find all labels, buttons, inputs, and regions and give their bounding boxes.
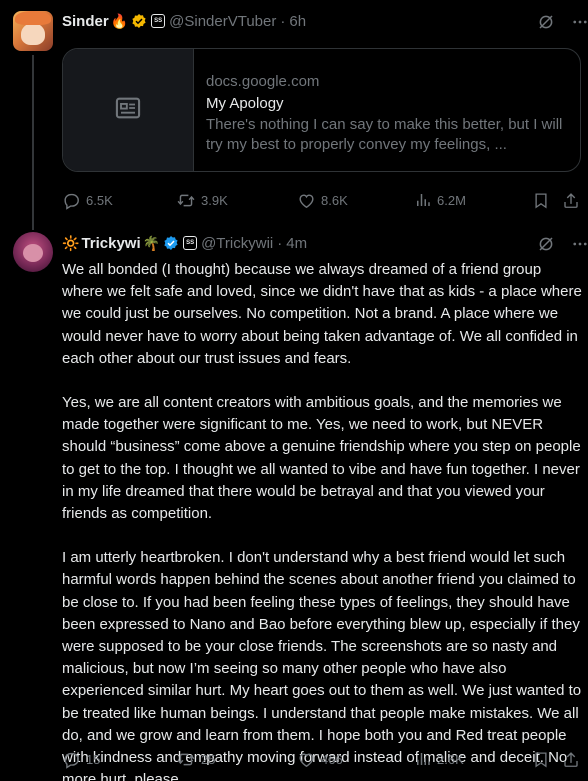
repost-count: 25 <box>201 751 216 767</box>
name-prefix-emoji: 🔆 <box>62 234 80 251</box>
bookmark-icon <box>535 751 547 768</box>
thread-connector-line <box>32 55 34 230</box>
tweet-action-bar: 15 25 466 2.6K <box>62 748 582 770</box>
tweet-header: Sinder 🔥 SS @SinderVTuber · 6h <box>62 11 306 31</box>
like-count: 8.6K <box>321 192 348 208</box>
share-button[interactable] <box>562 748 580 770</box>
tweet-top-actions <box>537 13 588 31</box>
reply-icon <box>64 193 79 210</box>
author-name[interactable]: Trickywi <box>81 235 140 252</box>
tweet-body: We all bonded (I thought) because we alw… <box>62 259 582 781</box>
tweet-time[interactable]: 6h <box>289 13 306 30</box>
repost-button[interactable]: 25 <box>176 748 215 770</box>
more-options-icon[interactable] <box>571 13 588 31</box>
verified-blue-icon <box>163 235 179 251</box>
tweet-paragraph: I am utterly heartbroken. I don't unders… <box>62 549 582 781</box>
tweet-paragraph: We all bonded (I thought) because we alw… <box>62 261 582 367</box>
repost-icon <box>177 194 195 206</box>
like-count: 466 <box>321 751 343 767</box>
heart-icon <box>299 752 314 767</box>
card-thumbnail <box>63 49 194 171</box>
views-chart-icon <box>417 753 430 765</box>
avatar-trickywi[interactable] <box>13 232 53 272</box>
grok-icon[interactable] <box>537 235 555 253</box>
views-chart-icon <box>417 194 430 206</box>
reply-count: 15 <box>86 751 101 767</box>
views-button[interactable]: 6.2M <box>414 189 466 211</box>
reply-count: 6.5K <box>86 192 113 208</box>
tweet-time[interactable]: 4m <box>286 235 307 252</box>
reply-icon <box>64 752 79 769</box>
repost-count: 3.9K <box>201 192 228 208</box>
like-button[interactable]: 466 <box>297 748 343 770</box>
time-separator: · <box>280 12 286 30</box>
bookmark-button[interactable] <box>532 189 550 211</box>
views-count: 2.6K <box>437 751 464 767</box>
views-button[interactable]: 2.6K <box>414 748 464 770</box>
avatar-sinder[interactable] <box>13 11 53 51</box>
bookmark-button[interactable] <box>532 748 550 770</box>
card-title: My Apology <box>206 95 284 112</box>
affiliate-badge-icon[interactable]: SS <box>183 236 198 250</box>
document-icon <box>114 94 142 127</box>
verified-gold-icon <box>131 13 147 29</box>
affiliate-badge-icon[interactable]: SS <box>151 14 166 28</box>
like-button[interactable]: 8.6K <box>297 189 348 211</box>
repost-icon <box>177 753 195 765</box>
views-count: 6.2M <box>437 192 466 208</box>
tweet-action-bar: 6.5K 3.9K 8.6K 6.2M <box>62 189 582 211</box>
repost-button[interactable]: 3.9K <box>176 189 228 211</box>
link-preview-card[interactable]: docs.google.com My Apology There's nothi… <box>62 48 581 172</box>
card-domain: docs.google.com <box>206 73 320 90</box>
more-options-icon[interactable] <box>571 235 588 253</box>
heart-icon <box>299 193 314 208</box>
author-handle[interactable]: @Trickywii <box>201 235 273 252</box>
grok-icon[interactable] <box>537 13 555 31</box>
share-icon <box>564 192 578 208</box>
reply-button[interactable]: 6.5K <box>62 189 113 211</box>
tweet-paragraph: Yes, we are all content creators with am… <box>62 394 581 523</box>
bookmark-icon <box>535 192 547 209</box>
share-icon <box>564 751 578 767</box>
name-emoji: 🔥 <box>110 12 129 29</box>
tweet-top-actions <box>537 235 588 253</box>
author-name[interactable]: Sinder <box>62 13 109 30</box>
card-description: There's nothing I can say to make this b… <box>206 116 563 153</box>
name-emoji: 🌴 <box>142 234 161 251</box>
card-text: docs.google.com My Apology There's nothi… <box>206 72 574 155</box>
reply-button[interactable]: 15 <box>62 748 100 770</box>
time-separator: · <box>277 234 283 252</box>
tweet-header: 🔆 Trickywi 🌴 SS @Trickywii · 4m <box>62 233 307 253</box>
author-handle[interactable]: @SinderVTuber <box>169 13 276 30</box>
share-button[interactable] <box>562 189 580 211</box>
